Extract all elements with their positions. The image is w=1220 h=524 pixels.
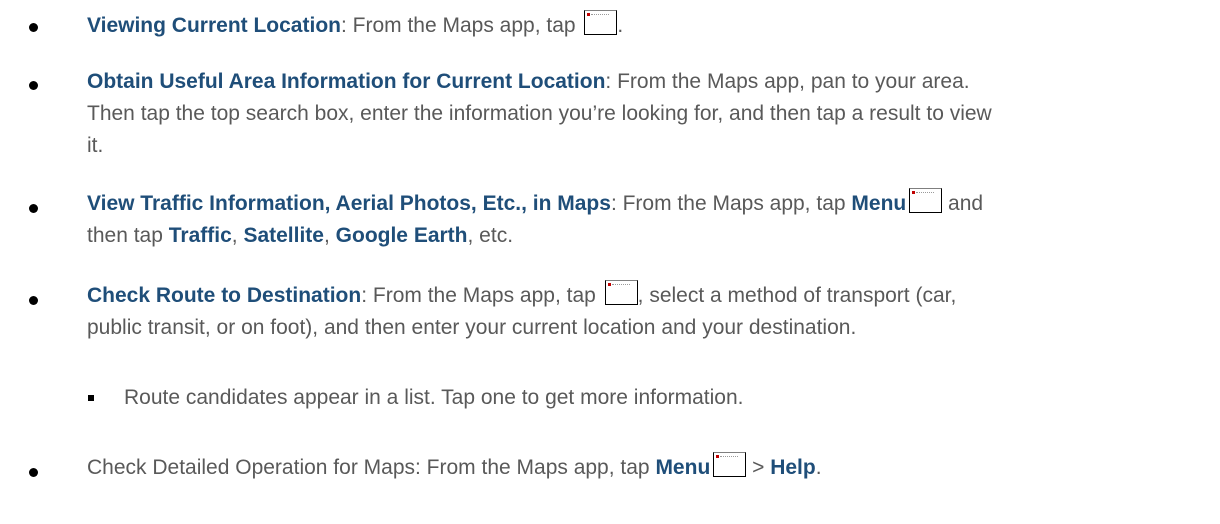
- directions-icon: [604, 280, 638, 305]
- bullet: [29, 204, 38, 213]
- bullet: [29, 468, 38, 477]
- item-text-line: then tap Traffic, Satellite, Google Eart…: [87, 224, 514, 247]
- google-earth-label: Google Earth: [335, 224, 468, 247]
- square-bullet: [88, 395, 94, 401]
- bullet: [29, 296, 38, 305]
- satellite-label: Satellite: [243, 224, 324, 247]
- item-title: Check Route to Destination: [87, 284, 362, 307]
- item-title: View Traffic Information, Aerial Photos,…: [87, 192, 611, 215]
- sub-item-text: Route candidates appear in a list. Tap o…: [124, 386, 744, 409]
- item-text: Obtain Useful Area Information for Curre…: [87, 70, 970, 93]
- menu-icon: [909, 188, 943, 213]
- item-text: Check Route to Destination: From the Map…: [87, 280, 1202, 312]
- menu-label: Menu: [851, 192, 907, 215]
- menu-label: Menu: [655, 456, 711, 479]
- help-label: Help: [770, 456, 816, 479]
- menu-icon: [713, 452, 747, 477]
- item-title: Obtain Useful Area Information for Curre…: [87, 70, 606, 93]
- item-text-line: it.: [87, 134, 104, 157]
- document-page: Viewing Current Location: From the Maps …: [0, 0, 1220, 524]
- traffic-label: Traffic: [168, 224, 232, 247]
- bullet: [29, 81, 38, 90]
- bullet: [29, 23, 38, 32]
- item-text-line: Then tap the top search box, enter the i…: [87, 102, 992, 125]
- my-location-icon: [584, 10, 618, 35]
- item-text: View Traffic Information, Aerial Photos,…: [87, 188, 1202, 220]
- item-title: Viewing Current Location: [87, 14, 341, 37]
- item-text: Viewing Current Location: From the Maps …: [87, 10, 1202, 42]
- item-text: Check Detailed Operation for Maps: From …: [87, 452, 1202, 484]
- item-text-line: public transit, or on foot), and then en…: [87, 316, 857, 339]
